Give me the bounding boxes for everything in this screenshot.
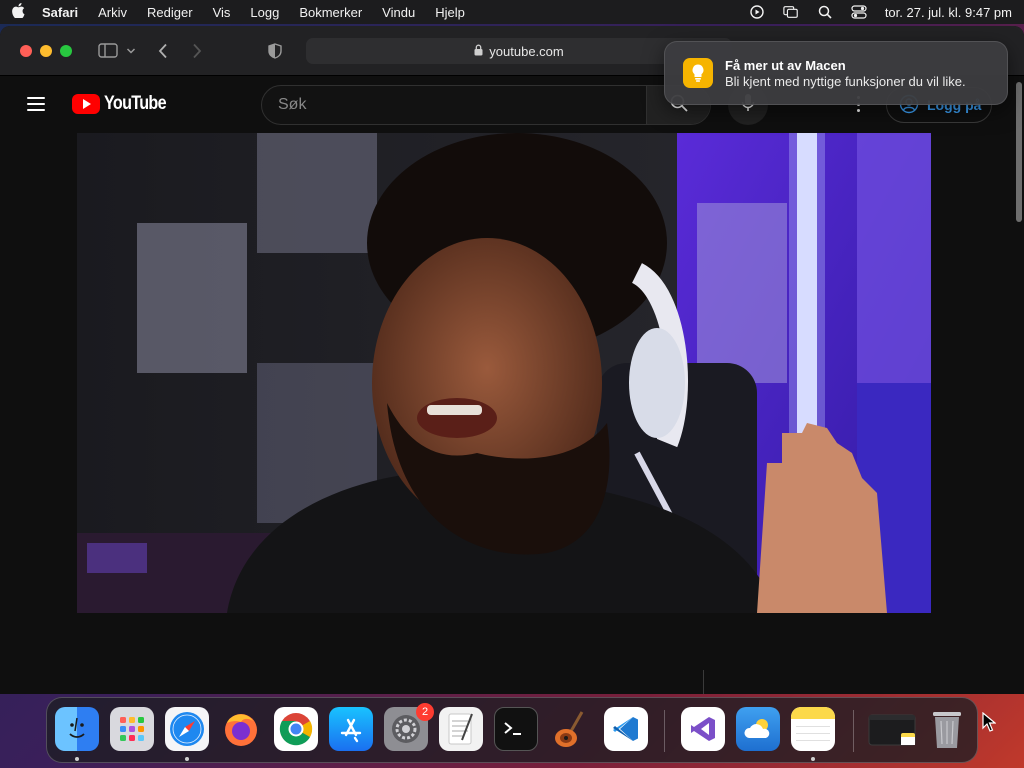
window-controls xyxy=(20,44,72,57)
spotlight-search-icon[interactable] xyxy=(817,5,833,19)
video-player[interactable] xyxy=(77,133,931,613)
safari-running-indicator xyxy=(185,757,189,761)
privacy-shield-icon[interactable] xyxy=(268,39,282,63)
apple-menu-icon[interactable] xyxy=(12,2,42,22)
settings-badge: 2 xyxy=(416,703,434,721)
app-store-icon[interactable] xyxy=(329,707,373,751)
page-scrollbar[interactable] xyxy=(1014,76,1024,694)
launchpad-icon[interactable] xyxy=(110,707,154,751)
safari-icon[interactable] xyxy=(165,707,209,751)
minimize-window-button[interactable] xyxy=(40,44,52,57)
menu-bar: Safari Arkiv Rediger Vis Logg Bokmerker … xyxy=(0,0,1024,24)
finder-icon[interactable] xyxy=(55,707,99,751)
textedit-icon[interactable] xyxy=(439,707,483,751)
notification-title: Få mer ut av Macen xyxy=(725,57,846,73)
youtube-wordmark: YouTube xyxy=(104,93,167,114)
menu-vindu[interactable]: Vindu xyxy=(382,5,415,20)
search-input[interactable]: Søk xyxy=(262,86,646,124)
menu-bokmerker[interactable]: Bokmerker xyxy=(299,5,362,20)
video-frame-image xyxy=(77,133,931,613)
menu-hamburger-icon[interactable] xyxy=(27,97,45,111)
menu-logg[interactable]: Logg xyxy=(250,5,279,20)
control-center-icon[interactable] xyxy=(851,5,867,19)
garageband-icon[interactable] xyxy=(549,707,593,751)
back-chevron-icon[interactable] xyxy=(158,39,168,63)
dock-separator-right xyxy=(853,710,854,752)
vscode-icon[interactable] xyxy=(604,707,648,751)
trash-icon[interactable] xyxy=(925,707,969,751)
lock-icon xyxy=(474,44,483,59)
menu-safari[interactable]: Safari xyxy=(42,5,78,20)
visual-studio-icon[interactable] xyxy=(681,707,725,751)
weather-icon[interactable] xyxy=(736,707,780,751)
screen-mirroring-icon[interactable] xyxy=(783,5,799,19)
youtube-logo[interactable]: YouTube xyxy=(72,93,177,115)
youtube-play-logo-icon xyxy=(72,94,100,114)
firefox-icon[interactable] xyxy=(219,707,263,751)
menu-vis[interactable]: Vis xyxy=(213,5,231,20)
zoom-window-button[interactable] xyxy=(60,44,72,57)
tips-lightbulb-icon xyxy=(683,58,713,88)
menubar-clock[interactable]: tor. 27. jul. kl. 9:47 pm xyxy=(885,5,1012,20)
menu-hjelp[interactable]: Hjelp xyxy=(435,5,465,20)
youtube-page: YouTube Søk Logg på xyxy=(0,76,1014,694)
scrollbar-thumb[interactable] xyxy=(1016,82,1022,222)
page-divider xyxy=(703,670,704,694)
terminal-icon[interactable] xyxy=(494,707,538,751)
notes-icon[interactable] xyxy=(791,707,835,751)
minimized-window-thumbnail[interactable] xyxy=(867,707,919,751)
finder-running-indicator xyxy=(75,757,79,761)
forward-chevron-icon[interactable] xyxy=(192,39,202,63)
system-settings-icon[interactable]: 2 xyxy=(384,703,434,751)
safari-window: youtube.com YouTube Søk Logg på xyxy=(0,26,1024,694)
close-window-button[interactable] xyxy=(20,44,32,57)
menu-arkiv[interactable]: Arkiv xyxy=(98,5,127,20)
notes-running-indicator xyxy=(811,757,815,761)
notification-body: Bli kjent med nyttige funksjoner du vil … xyxy=(725,73,966,89)
sidebar-toggle-icon[interactable] xyxy=(98,39,118,63)
search-box: Søk xyxy=(261,85,711,125)
now-playing-icon[interactable] xyxy=(749,5,765,19)
dock-separator xyxy=(664,710,665,752)
dock: 2 xyxy=(46,697,978,763)
mouse-cursor-icon xyxy=(982,711,997,737)
menu-rediger[interactable]: Rediger xyxy=(147,5,193,20)
chrome-icon[interactable] xyxy=(274,707,318,751)
tips-notification[interactable]: Få mer ut av Macen Bli kjent med nyttige… xyxy=(664,41,1008,105)
address-text: youtube.com xyxy=(489,43,564,59)
tab-group-chevron-down-icon[interactable] xyxy=(126,39,136,63)
